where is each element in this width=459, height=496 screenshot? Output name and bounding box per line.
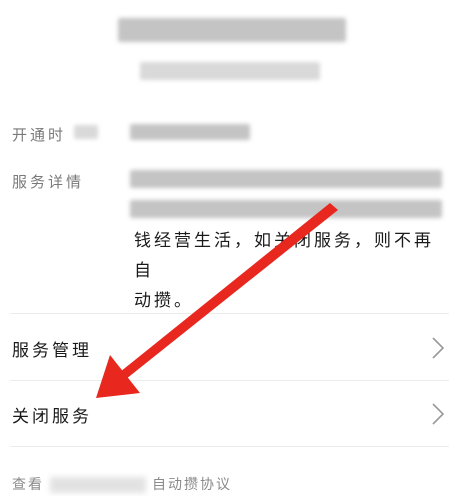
close-service-label: 关闭服务 (12, 407, 92, 427)
open-time-label: 开通时 (12, 126, 67, 144)
agreement-footer[interactable]: 查看 自动攒协议 (12, 474, 232, 494)
agreement-prefix: 查看 (12, 477, 44, 493)
details-line1: 钱经营生活，如关闭服务，则不再自 (134, 231, 434, 281)
chevron-right-icon (432, 403, 445, 425)
service-details-text: 钱经营生活，如关闭服务，则不再自 动攒。 (134, 226, 444, 316)
divider (10, 446, 449, 447)
close-service-row[interactable]: 关闭服务 (0, 382, 459, 446)
details-line2-blurred (130, 200, 442, 218)
divider (10, 380, 449, 381)
open-time-label-blurred (74, 125, 98, 139)
chevron-right-icon (432, 337, 445, 359)
service-management-row[interactable]: 服务管理 (0, 316, 459, 380)
agreement-link[interactable]: 自动攒协议 (152, 477, 232, 493)
divider (10, 313, 449, 314)
service-management-label: 服务管理 (12, 341, 92, 361)
open-time-value-blurred (130, 124, 250, 140)
agreement-name-blurred (50, 477, 146, 493)
details-line1-blurred (130, 170, 442, 188)
service-details-label: 服务详情 (12, 173, 85, 191)
header-subtitle-blurred (140, 62, 320, 80)
details-line2: 动攒。 (134, 291, 194, 311)
header-name-blurred (118, 18, 346, 42)
